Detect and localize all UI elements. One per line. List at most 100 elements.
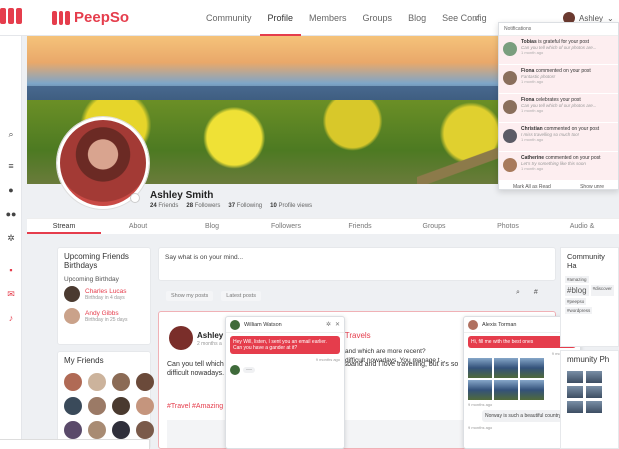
avatar[interactable]	[112, 397, 130, 415]
menu-icon[interactable]: ≡	[5, 160, 17, 172]
avatar[interactable]	[64, 397, 82, 415]
tab-followers[interactable]: Followers	[249, 219, 323, 234]
filter-icons: ⌕ #	[516, 289, 538, 297]
chat-photo[interactable]	[494, 358, 518, 378]
avatar[interactable]	[88, 421, 106, 439]
chat-photo[interactable]	[468, 358, 492, 378]
notifications-icon[interactable]: ♪	[5, 312, 17, 324]
post-text-line: difficult nowadays. You manage t	[345, 357, 440, 364]
tab-groups[interactable]: Groups	[397, 219, 471, 234]
tab-photos[interactable]: Photos	[471, 219, 545, 234]
hashtag[interactable]: #amazing	[565, 276, 589, 283]
chat-photo[interactable]	[494, 380, 518, 400]
chat-name: Alexis Torman	[482, 321, 517, 328]
search-icon[interactable]: ⌕	[5, 128, 17, 140]
typing-indicator: ···	[226, 362, 344, 378]
post-composer[interactable]: Say what is on your mind...	[158, 247, 556, 281]
photo-thumb[interactable]	[567, 401, 583, 413]
tab-audio[interactable]: Audio &	[545, 219, 619, 234]
friend-name: Charles Lucas	[85, 287, 127, 295]
hashtags-widget: Community Ha #amazing #blog #discover #p…	[560, 247, 619, 347]
friends-icon[interactable]: ●●	[5, 208, 17, 220]
photos-grid	[561, 368, 618, 416]
tab-friends[interactable]: Friends	[323, 219, 397, 234]
search-icon[interactable]: ⌕	[474, 13, 480, 24]
post-time[interactable]: 2 months a	[197, 341, 222, 347]
avatar	[468, 319, 478, 330]
typing-dots: ···	[243, 367, 255, 373]
tab-stream[interactable]: Stream	[27, 219, 101, 234]
avatar[interactable]	[112, 421, 130, 439]
chat-photo[interactable]	[520, 358, 544, 378]
stat-profile-views: 10 Profile views	[270, 203, 313, 209]
search-icon[interactable]: ⌕	[516, 289, 520, 297]
photo-thumb[interactable]	[567, 371, 583, 383]
avatar	[503, 42, 517, 56]
brand-logo[interactable]: PeepSo	[52, 9, 129, 26]
photos-title: mmunity Ph	[567, 355, 610, 364]
notification-item[interactable]: Fiona commented on your post Fantastic p…	[499, 65, 618, 94]
avatar	[64, 286, 80, 302]
avatar[interactable]	[112, 373, 130, 391]
nav-blog[interactable]: Blog	[400, 0, 434, 36]
show-my-posts-button[interactable]: Show my posts	[166, 291, 214, 301]
tab-blog[interactable]: Blog	[175, 219, 249, 234]
stat-followers[interactable]: 28 Followers	[186, 203, 220, 209]
avatar[interactable]	[136, 373, 154, 391]
hashtag[interactable]: #peepso	[565, 298, 587, 305]
gear-icon[interactable]: ✲	[326, 321, 331, 328]
nav-community[interactable]: Community	[198, 0, 260, 36]
user-icon[interactable]: ●	[5, 184, 17, 196]
chat-photo[interactable]	[520, 380, 544, 400]
photo-thumb[interactable]	[586, 386, 602, 398]
photo-thumb[interactable]	[586, 371, 602, 383]
avatar[interactable]	[88, 373, 106, 391]
corner-logo-icon	[0, 8, 22, 24]
notif-time: 1 month ago	[521, 79, 544, 84]
avatar[interactable]	[64, 421, 82, 439]
composer-placeholder: Say what is on your mind...	[165, 254, 244, 261]
nav-groups[interactable]: Groups	[355, 0, 401, 36]
chat-photo[interactable]	[468, 380, 492, 400]
messages-icon[interactable]: ✉	[5, 288, 17, 300]
stat-friends[interactable]: 24 Friends	[150, 203, 178, 209]
avatar[interactable]	[136, 397, 154, 415]
notif-time: 1 month ago	[521, 50, 544, 55]
show-unread-button[interactable]: Show unre	[580, 184, 604, 190]
gear-icon[interactable]: ✲	[5, 232, 17, 244]
chat-message: Hey Will, listen, I sent you an email ea…	[230, 336, 340, 354]
list-item[interactable]: Andy Gibbs Birthday in 25 days	[58, 305, 150, 327]
avatar[interactable]	[64, 373, 82, 391]
avatar	[503, 71, 517, 85]
avatar	[503, 100, 517, 114]
nav-members[interactable]: Members	[301, 0, 355, 36]
avatar	[503, 158, 517, 172]
notification-item[interactable]: Christian commented on your post I miss …	[499, 123, 618, 152]
hashtag[interactable]: #blog	[565, 285, 589, 296]
photo-thumb[interactable]	[567, 386, 583, 398]
post-hashtags[interactable]: #Travel #Amazing	[167, 403, 223, 410]
hashtag[interactable]: #discover	[590, 285, 614, 296]
post-author-avatar[interactable]	[169, 326, 193, 350]
profile-name: Ashley Smith	[150, 190, 214, 201]
notification-item[interactable]: Catherine commented on your post Let's t…	[499, 152, 618, 181]
post-filters: Show my posts Latest posts	[158, 288, 556, 304]
hashtag[interactable]: #wordpress	[565, 307, 593, 314]
chat-header[interactable]: William Watson ✲ ✕	[226, 317, 344, 333]
notification-item[interactable]: Tobias is grateful for your post Can you…	[499, 36, 618, 65]
hashtag-icon[interactable]: #	[534, 289, 538, 297]
avatar[interactable]	[136, 421, 154, 439]
notification-item[interactable]: Fiona celebrates your post Can you tell …	[499, 94, 618, 123]
photo-thumb[interactable]	[586, 401, 602, 413]
mark-all-read-button[interactable]: Mark All as Read	[513, 184, 551, 190]
nav-profile[interactable]: Profile	[259, 0, 302, 36]
avatar[interactable]	[88, 397, 106, 415]
close-icon[interactable]: ✕	[335, 321, 340, 328]
list-item[interactable]: Charles Lucas Birthday in 4 days	[58, 283, 150, 305]
bottom-overlay	[0, 439, 150, 449]
friends-request-icon[interactable]: ▪	[5, 264, 17, 276]
nav-see-config[interactable]: See Config	[434, 0, 495, 36]
stat-following[interactable]: 37 Following	[228, 203, 262, 209]
latest-posts-button[interactable]: Latest posts	[221, 291, 261, 301]
tab-about[interactable]: About	[101, 219, 175, 234]
